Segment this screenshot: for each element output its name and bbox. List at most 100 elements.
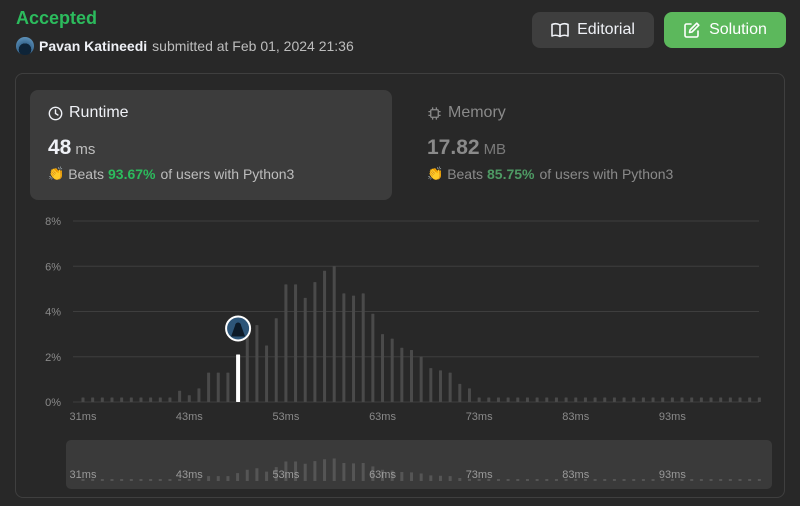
chart-bar [632,397,636,402]
user-name-link[interactable]: Pavan Katineedi [39,38,147,54]
chart-bar [690,397,694,402]
chart-bar [728,397,732,402]
submitted-at-text: submitted at Feb 01, 2024 21:36 [152,38,354,54]
x-tick-label: 63ms [369,411,396,423]
status-label: Accepted [16,8,98,28]
runtime-distribution-chart[interactable]: 0% 2% 4% 6% 8% 31ms 43ms 53ms 63ms 73ms 83ms 93ms 31… [16,74,784,497]
overview-bar [545,479,549,481]
chart-bar [342,293,346,402]
overview-bar [496,479,500,481]
overview-bar [245,469,249,481]
overview-bar [100,479,104,481]
overview-bar [216,476,220,481]
chart-bar [216,372,220,402]
overview-bar [516,479,520,481]
overview-tick-label: 83ms [562,469,589,481]
overview-bar [410,472,414,481]
overview-bar [622,479,626,481]
chart-bar [178,390,182,402]
chart-bar [603,397,607,402]
x-tick-label: 43ms [176,411,203,423]
result-card: Runtime 48 ms 👏 Beats 93.67% of users wit… [15,73,785,498]
chart-bar [381,334,385,402]
overview-bar [168,479,172,481]
editorial-button[interactable]: Editorial [532,12,654,48]
user-avatar[interactable] [16,37,34,55]
overview-bar [525,479,529,481]
editorial-label: Editorial [577,21,635,38]
chart-bar [91,397,95,402]
solution-button[interactable]: Solution [664,12,786,48]
overview-bar [207,476,211,481]
chart-bar [149,397,153,402]
chart-bar [323,270,327,402]
chart-bar [748,397,752,402]
chart-bar [738,397,742,402]
book-icon [551,22,569,38]
overview-bar [158,479,162,481]
x-tick-label: 31ms [70,411,97,423]
chart-bar [583,397,587,402]
overview-bar [419,473,423,481]
chart-bar [699,397,703,402]
overview-bar [438,475,442,481]
chart-bar [612,397,616,402]
overview-bar [110,479,114,481]
overview-bar [303,463,307,481]
overview-bar [236,473,240,481]
y-tick-label: 0% [45,397,61,409]
overview-bar [342,463,346,481]
overview-bar [448,476,452,481]
overview-tick-label: 53ms [272,469,299,481]
overview-bar [603,479,607,481]
chart-bar [419,356,423,402]
chart-bar [448,372,452,402]
chart-bar [680,397,684,402]
chart-bar [390,338,394,402]
chart-bar [410,349,414,402]
overview-bar [651,479,655,481]
overview-bar [400,472,404,481]
overview-bar [554,479,558,481]
chart-bar [158,397,162,402]
overview-bar [748,479,752,481]
chart-bar [535,397,539,402]
y-tick-label: 4% [45,307,61,319]
chart-bar [651,397,655,402]
chart-bar [139,397,143,402]
chart-bar [467,388,471,402]
chart-bar [332,266,336,402]
chart-bar [661,397,665,402]
overview-bar [129,479,133,481]
y-tick-label: 6% [45,261,61,273]
chart-bar [458,383,462,402]
chart-bar [255,325,259,402]
chart-bar [284,284,288,402]
chart-bar [265,345,269,402]
chart-bar [545,397,549,402]
overview-bar [352,463,356,481]
overview-bar [632,479,636,481]
chart-bar [757,397,761,402]
overview-bar [738,479,742,481]
chart-bar [516,397,520,402]
y-tick-label: 8% [45,216,61,228]
overview-bar [139,479,143,481]
chart-bar [554,397,558,402]
chart-bar [352,295,356,402]
chart-bar [506,397,510,402]
chart-bar [361,293,365,402]
range-navigator [66,440,772,489]
overview-bar [612,479,616,481]
overview-bar [690,479,694,481]
overview-tick-label: 31ms [70,469,97,481]
chart-bar [245,334,249,402]
chart-bar [303,297,307,402]
highlighted-bar [236,354,241,402]
chart-bar [574,397,578,402]
solution-label: Solution [709,21,767,38]
chart-bar [641,397,645,402]
overview-bar [709,479,713,481]
overview-bar [255,468,259,481]
overview-bar [535,479,539,481]
